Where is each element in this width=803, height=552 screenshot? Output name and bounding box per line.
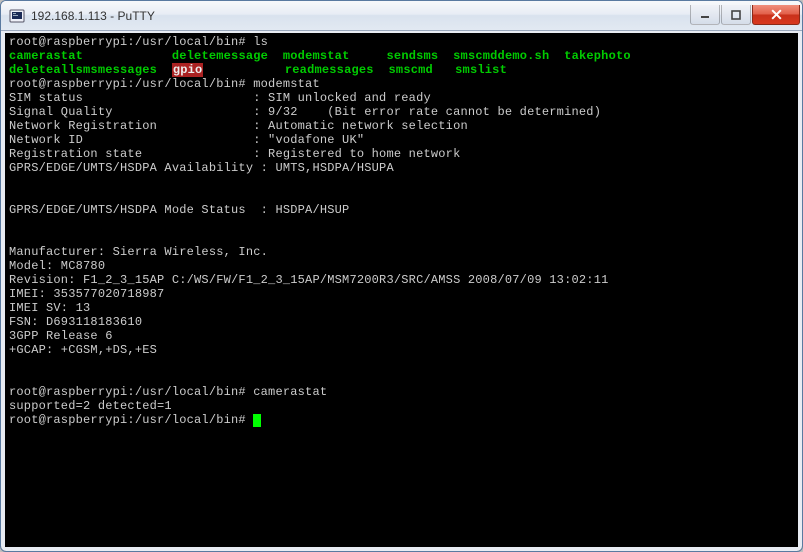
window-title: 192.168.1.113 - PuTTY bbox=[31, 9, 690, 23]
output-line: Network Registration : Automatic network… bbox=[9, 119, 468, 133]
prompt: root@raspberrypi:/usr/local/bin# bbox=[9, 77, 246, 91]
ls-item: smscmddemo.sh bbox=[453, 49, 549, 63]
output-line: GPRS/EDGE/UMTS/HSDPA Mode Status : HSDPA… bbox=[9, 203, 349, 217]
maximize-button[interactable] bbox=[721, 5, 751, 25]
ls-item: readmessages bbox=[285, 63, 374, 77]
output-line: Signal Quality : 9/32 (Bit error rate ca… bbox=[9, 105, 601, 119]
ls-item: takephoto bbox=[564, 49, 631, 63]
ls-item: modemstat bbox=[283, 49, 350, 63]
ls-item: sendsms bbox=[387, 49, 439, 63]
titlebar[interactable]: 192.168.1.113 - PuTTY bbox=[1, 1, 802, 31]
ls-item: smslist bbox=[455, 63, 507, 77]
output-line: Model: MC8780 bbox=[9, 259, 105, 273]
prompt: root@raspberrypi:/usr/local/bin# bbox=[9, 385, 246, 399]
output-line: 3GPP Release 6 bbox=[9, 329, 113, 343]
output-line: Network ID : "vodafone UK" bbox=[9, 133, 364, 147]
ls-item-gpio: gpio bbox=[172, 63, 204, 77]
ls-item: deletemessage bbox=[172, 49, 268, 63]
close-button[interactable] bbox=[752, 5, 800, 25]
putty-icon bbox=[9, 8, 25, 24]
prompt: root@raspberrypi:/usr/local/bin# bbox=[9, 35, 246, 49]
command-camerastat: camerastat bbox=[253, 385, 327, 399]
output-line: FSN: D693118183610 bbox=[9, 315, 142, 329]
output-line: SIM status : SIM unlocked and ready bbox=[9, 91, 431, 105]
ls-item: camerastat bbox=[9, 49, 83, 63]
output-line: Manufacturer: Sierra Wireless, Inc. bbox=[9, 245, 268, 259]
output-line: IMEI: 353577020718987 bbox=[9, 287, 164, 301]
cursor bbox=[253, 414, 261, 427]
ls-item: deleteallsmsmessages bbox=[9, 63, 157, 77]
command-modemstat: modemstat bbox=[253, 77, 320, 91]
output-line: +GCAP: +CGSM,+DS,+ES bbox=[9, 343, 157, 357]
output-line: GPRS/EDGE/UMTS/HSDPA Availability : UMTS… bbox=[9, 161, 394, 175]
ls-item: smscmd bbox=[389, 63, 433, 77]
output-line: Revision: F1_2_3_15AP C:/WS/FW/F1_2_3_15… bbox=[9, 273, 609, 287]
window-controls bbox=[690, 6, 800, 25]
prompt: root@raspberrypi:/usr/local/bin# bbox=[9, 413, 246, 427]
terminal-area[interactable]: root@raspberrypi:/usr/local/bin# ls came… bbox=[1, 31, 802, 551]
putty-window: 192.168.1.113 - PuTTY root@raspberrypi:/… bbox=[0, 0, 803, 552]
output-line: IMEI SV: 13 bbox=[9, 301, 90, 315]
minimize-button[interactable] bbox=[690, 5, 720, 25]
output-line: supported=2 detected=1 bbox=[9, 399, 172, 413]
command-ls: ls bbox=[253, 35, 268, 49]
output-line: Registration state : Registered to home … bbox=[9, 147, 460, 161]
